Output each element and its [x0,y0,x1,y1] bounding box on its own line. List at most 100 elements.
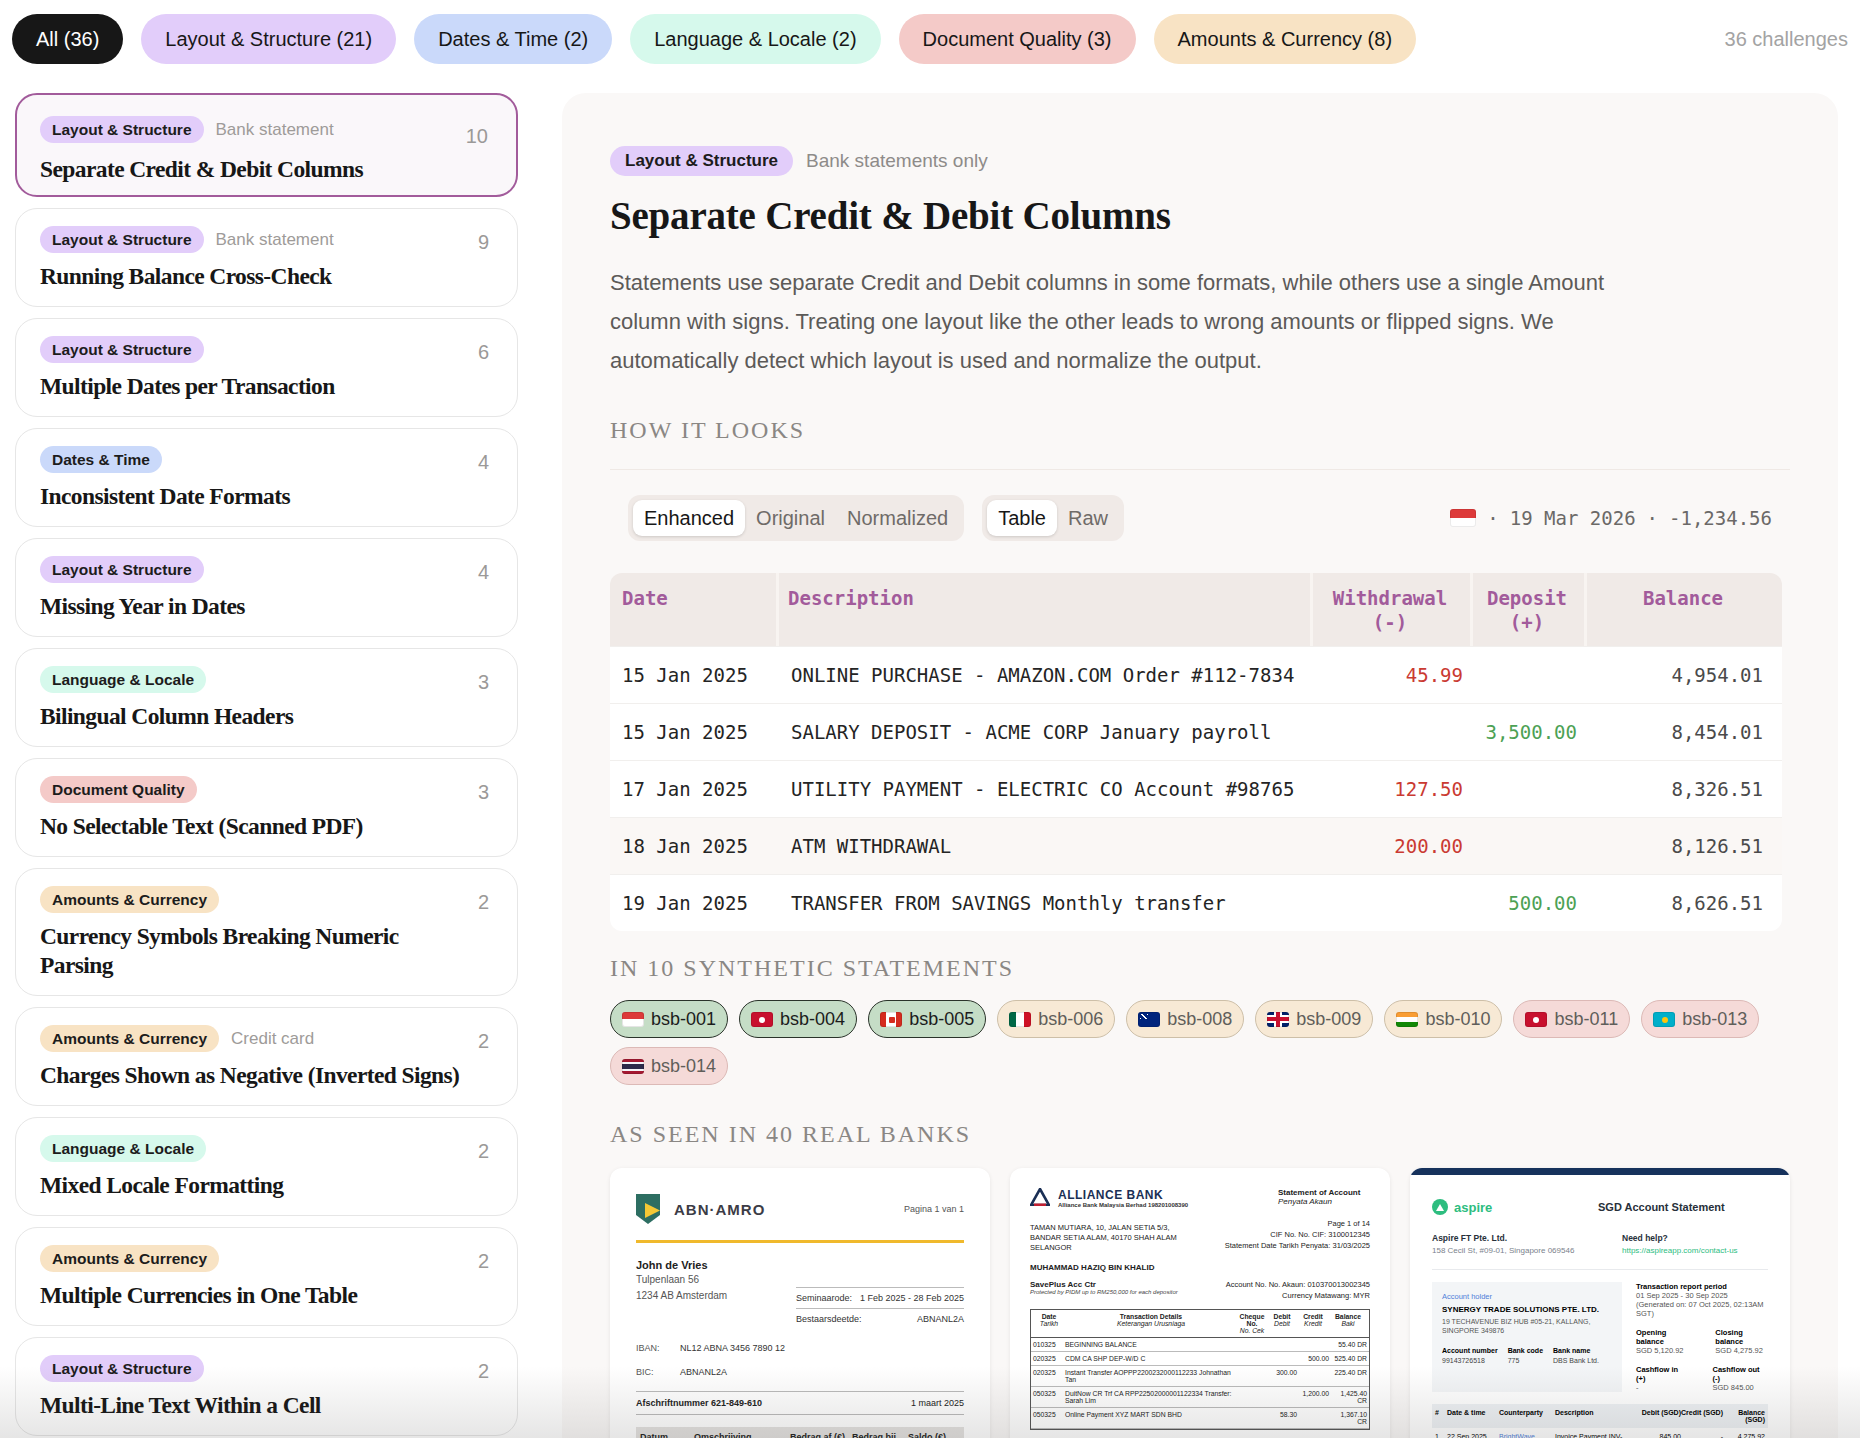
abn-address2: 1234 AB Amsterdam [636,1290,796,1301]
kazakhstan-flag-icon [1653,1012,1675,1027]
cell-balance: 8,126.51 [1584,835,1782,857]
mexico-flag-icon [1009,1012,1031,1027]
challenge-card-multiline-text[interactable]: Layout & Structure 2 Multi-Line Text Wit… [15,1337,518,1436]
cell-date: 17 Jan 2025 [610,778,776,800]
view-tab-enhanced[interactable]: Enhanced [633,500,745,536]
filter-language-locale[interactable]: Language & Locale (2) [630,14,880,64]
card-title: Bilingual Column Headers [40,702,491,731]
bank-preview-alliance[interactable]: ALLIANCE BANK Alliance Bank Malaysia Ber… [1010,1168,1390,1438]
card-count: 2 [478,1250,489,1273]
cell-description: UTILITY PAYMENT - ELECTRIC CO Account #9… [776,778,1310,800]
card-count: 3 [478,781,489,804]
challenge-card-multiple-dates[interactable]: Layout & Structure 6 Multiple Dates per … [15,318,518,417]
card-count: 9 [478,231,489,254]
detail-scope: Bank statements only [806,150,988,172]
abn-rule [636,1240,964,1243]
filter-layout-structure[interactable]: Layout & Structure (21) [141,14,396,64]
col-deposit: Deposit(+) [1470,573,1584,646]
how-it-looks-heading: HOW IT LOOKS [610,417,1790,444]
card-title: Multi-Line Text Within a Cell [40,1391,491,1420]
table-row: 15 Jan 2025 ONLINE PURCHASE - AMAZON.COM… [610,646,1782,703]
chip-bsb-014[interactable]: bsb-014 [610,1047,728,1085]
category-badge: Document Quality [40,776,197,803]
challenge-card-inconsistent-dates[interactable]: Dates & Time 4 Inconsistent Date Formats [15,428,518,527]
chip-bsb-010[interactable]: bsb-010 [1384,1000,1502,1038]
uk-flag-icon [1267,1012,1289,1027]
australia-flag-icon [1138,1012,1160,1027]
challenge-card-running-balance[interactable]: Layout & StructureBank statement 9 Runni… [15,208,518,307]
card-count: 2 [478,1360,489,1383]
cell-withdrawal: 45.99 [1310,664,1470,686]
challenge-card-multiple-currencies[interactable]: Amounts & Currency 2 Multiple Currencies… [15,1227,518,1326]
category-badge: Layout & Structure [40,226,204,253]
statement-chips: bsb-001 bsb-004 bsb-005 bsb-006 bsb-008 … [610,1000,1795,1085]
challenge-card-no-selectable-text[interactable]: Document Quality 3 No Selectable Text (S… [15,758,518,857]
challenge-card-charges-negative[interactable]: Amounts & CurrencyCredit card 2 Charges … [15,1007,518,1106]
format-tab-table[interactable]: Table [987,500,1057,536]
chip-bsb-005[interactable]: bsb-005 [868,1000,986,1038]
card-title: Inconsistent Date Formats [40,482,491,511]
cell-withdrawal: 127.50 [1310,778,1470,800]
filter-bar: All (36) Layout & Structure (21) Dates &… [12,14,1848,64]
challenge-card-mixed-locale[interactable]: Language & Locale 2 Mixed Locale Formatt… [15,1117,518,1216]
cell-date: 19 Jan 2025 [610,892,776,914]
chip-bsb-004[interactable]: bsb-004 [739,1000,857,1038]
chip-bsb-006[interactable]: bsb-006 [997,1000,1115,1038]
alliance-customer: MUHAMMAD HAZIQ BIN KHALID [1030,1263,1370,1272]
abn-address1: Tulpenlaan 56 [636,1274,964,1285]
filter-dates-time[interactable]: Dates & Time (2) [414,14,612,64]
cell-description: ATM WITHDRAWAL [776,835,1310,857]
alliance-address: TAMAN MUTIARA, 10, JALAN SETIA 5/3, BAND… [1030,1223,1180,1253]
hong-kong-flag-icon [1525,1012,1547,1027]
cell-balance: 8,454.01 [1584,721,1782,743]
view-controls: Enhanced Original Normalized Table Raw ·… [610,495,1790,541]
card-count: 4 [478,451,489,474]
col-withdrawal: Withdrawal(-) [1310,573,1470,646]
card-count: 10 [466,125,488,148]
challenge-count: 36 challenges [1725,28,1848,51]
card-title: No Selectable Text (Scanned PDF) [40,812,491,841]
chip-bsb-011[interactable]: bsb-011 [1513,1000,1630,1038]
category-badge: Layout & Structure [40,1355,204,1382]
aspire-table: #Date & timeCounterpartyDescriptionDebit… [1432,1404,1768,1438]
format-tab-raw[interactable]: Raw [1057,500,1119,536]
statement-amount: -1,234.56 [1669,507,1772,529]
table-row: 17 Jan 2025 UTILITY PAYMENT - ELECTRIC C… [610,760,1782,817]
card-count: 2 [478,891,489,914]
card-subtitle: Credit card [231,1029,314,1049]
card-title: Multiple Currencies in One Table [40,1281,491,1310]
meta-separator: · [1487,507,1498,529]
category-badge: Amounts & Currency [40,1025,219,1052]
bank-preview-abn-amro[interactable]: ABN·AMRO Pagina 1 van 1 John de Vries Tu… [610,1168,990,1438]
aspire-top-bar [1410,1168,1790,1175]
page-title: Separate Credit & Debit Columns [610,193,1790,238]
filter-amounts-currency[interactable]: Amounts & Currency (8) [1154,14,1417,64]
card-title: Charges Shown as Negative (Inverted Sign… [40,1061,491,1090]
statement-meta: · 19 Mar 2026 · -1,234.56 [1450,507,1772,529]
filter-document-quality[interactable]: Document Quality (3) [899,14,1136,64]
alliance-table: DateTarikh Transaction DetailsKeterangan… [1030,1309,1370,1430]
challenge-card-separate-credit-debit[interactable]: Layout & StructureBank statement 10 Sepa… [15,93,518,197]
challenge-card-currency-symbols[interactable]: Amounts & Currency 2 Currency Symbols Br… [15,868,518,996]
cell-balance: 8,326.51 [1584,778,1782,800]
filter-all[interactable]: All (36) [12,14,123,64]
challenge-card-bilingual-headers[interactable]: Language & Locale 3 Bilingual Column Hea… [15,648,518,747]
view-tab-normalized[interactable]: Normalized [836,500,959,536]
real-banks-heading: AS SEEN IN 40 REAL BANKS [610,1121,1790,1148]
card-subtitle: Bank statement [216,120,334,140]
chip-bsb-013[interactable]: bsb-013 [1641,1000,1759,1038]
cell-date: 18 Jan 2025 [610,835,776,857]
bank-preview-aspire[interactable]: aspire SGD Account Statement Aspire FT P… [1410,1168,1790,1438]
view-tab-original[interactable]: Original [745,500,836,536]
chip-bsb-001[interactable]: bsb-001 [610,1000,728,1038]
challenge-card-missing-year[interactable]: Layout & Structure 4 Missing Year in Dat… [15,538,518,637]
card-title: Multiple Dates per Transaction [40,372,491,401]
card-count: 3 [478,671,489,694]
chip-bsb-009[interactable]: bsb-009 [1255,1000,1373,1038]
chip-bsb-008[interactable]: bsb-008 [1126,1000,1244,1038]
cell-date: 15 Jan 2025 [610,721,776,743]
canada-flag-icon [880,1012,902,1027]
category-badge: Layout & Structure [40,336,204,363]
abn-customer: John de Vries [636,1259,964,1271]
card-title: Mixed Locale Formatting [40,1171,491,1200]
